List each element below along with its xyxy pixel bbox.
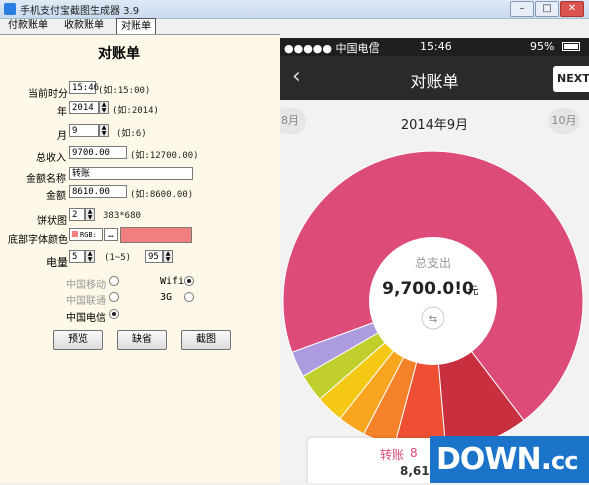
amount-hint: (如:8600.00) [130, 190, 194, 200]
category-card[interactable]: 转账 8 8,610 [308, 438, 438, 483]
status-time: 15:46 [420, 40, 452, 53]
screenshot-button[interactable]: 截图 [181, 330, 231, 350]
window-title: 手机支付宝截图生成器 3.9 [20, 6, 140, 17]
tab-statement[interactable]: 对账单 [116, 18, 156, 34]
year-input[interactable]: 2014 [69, 101, 99, 114]
name-label: 金额名称 [26, 174, 66, 185]
time-label: 当前时分 [28, 89, 68, 100]
status-battery: 95% [530, 40, 555, 53]
network-wifi-radio[interactable] [184, 276, 194, 286]
expense-donut-chart: 总支出 9,700.0!0 元 ⇆ [282, 150, 584, 438]
tab-receive-bill[interactable]: 收款账单 [60, 18, 108, 33]
font-color-preview[interactable] [120, 227, 192, 243]
carrier-cmcc-label: 中国移动 [66, 280, 106, 291]
watermark-logo: DOWN.cc [430, 436, 589, 483]
tab-pay-bill[interactable]: 付款账单 [4, 18, 52, 33]
status-carrier: ●●●●● 中国电信 [284, 42, 380, 55]
income-hint: (如:12700.00) [130, 151, 199, 161]
month-input[interactable]: 9 [69, 124, 99, 137]
pie-label: 饼状图 [37, 216, 67, 227]
next-month-button[interactable]: 10月 [548, 108, 580, 134]
card-label: 转账 [380, 448, 405, 462]
phone-nav-bar: ‹ 对账单 NEXT [280, 56, 589, 100]
battery-range: (1~5) [104, 253, 132, 263]
income-input[interactable]: 9700.00 [69, 146, 127, 159]
pie-input[interactable]: 2 [69, 208, 85, 221]
year-label: 年 [57, 107, 67, 118]
name-input[interactable]: 转账 [69, 167, 193, 180]
month-spinner[interactable]: ▲ ▼ [99, 124, 109, 137]
time-hint: (如:15:00) [98, 86, 151, 96]
center-unit: 元 [468, 284, 479, 297]
color-swatch [72, 231, 78, 237]
carrier-unicom-radio[interactable] [109, 292, 119, 302]
card-label-suffix: 8 [410, 446, 418, 460]
minimize-button[interactable]: – [510, 1, 534, 17]
svg-text:⇆: ⇆ [429, 314, 437, 325]
window-titlebar: 手机支付宝截图生成器 3.9 – □ ✕ [0, 0, 589, 19]
month-hint: (如:6) [116, 129, 147, 139]
center-label: 总支出 [415, 256, 451, 270]
battery-percent-spinner[interactable]: ▲ ▼ [163, 250, 173, 263]
tab-strip: 付款账单 收款账单 对账单 [0, 18, 280, 35]
close-button[interactable]: ✕ [560, 1, 584, 17]
battery-icon [562, 42, 580, 51]
phone-status-bar: ●●●●● 中国电信 ◠ 15:46 95% [280, 38, 589, 56]
color-picker-button[interactable]: … [104, 228, 118, 241]
battery-percent-input[interactable]: 95 [145, 250, 163, 263]
battery-input[interactable]: 5 [69, 250, 85, 263]
year-hint: (如:2014) [112, 106, 159, 116]
next-button[interactable]: NEXT [553, 66, 589, 92]
form-panel: 对账单 当前时分 15:46 (如:15:00) 年 2014 ▲ ▼ (如:20… [0, 35, 280, 483]
amount-input[interactable]: 8610.00 [69, 185, 127, 198]
wifi-icon: ◠ [370, 39, 380, 52]
month-label: 月 [57, 131, 67, 142]
battery-label: 电量 [46, 256, 68, 269]
carrier-cmcc-radio[interactable] [109, 276, 119, 286]
year-spinner[interactable]: ▲ ▼ [99, 101, 109, 114]
font-color-mode[interactable]: RGB: [69, 228, 103, 241]
carrier-telecom-label: 中国电信 [66, 313, 106, 324]
battery-spinner[interactable]: ▲ ▼ [85, 250, 95, 263]
carrier-unicom-label: 中国联通 [66, 296, 106, 307]
default-button[interactable]: 缺省 [117, 330, 167, 350]
amount-label: 金额 [46, 191, 66, 202]
pie-hint: 383*680 [103, 211, 141, 221]
maximize-button[interactable]: □ [535, 1, 559, 17]
phone-preview: ●●●●● 中国电信 ◠ 15:46 95% ‹ 对账单 NEXT 8月 201… [280, 38, 589, 483]
carrier-telecom-radio[interactable] [109, 309, 119, 319]
current-month: 2014年9月 [400, 118, 469, 133]
network-wifi-label: Wifi [160, 276, 185, 287]
form-heading: 对账单 [98, 46, 140, 62]
font-color-label: 底部字体颜色 [8, 235, 68, 246]
font-color-mode-label: RGB: [80, 231, 97, 239]
center-amount: 9,700.0!0 [382, 279, 474, 299]
pie-spinner[interactable]: ▲ ▼ [85, 208, 95, 221]
phone-nav-title: 对账单 [410, 72, 459, 91]
network-3g-label: 3G [160, 292, 173, 303]
app-icon [4, 3, 16, 15]
time-input[interactable]: 15:46 [69, 81, 99, 94]
network-3g-radio[interactable] [184, 292, 194, 302]
preview-button[interactable]: 预览 [53, 330, 103, 350]
income-label: 总收入 [36, 153, 66, 164]
